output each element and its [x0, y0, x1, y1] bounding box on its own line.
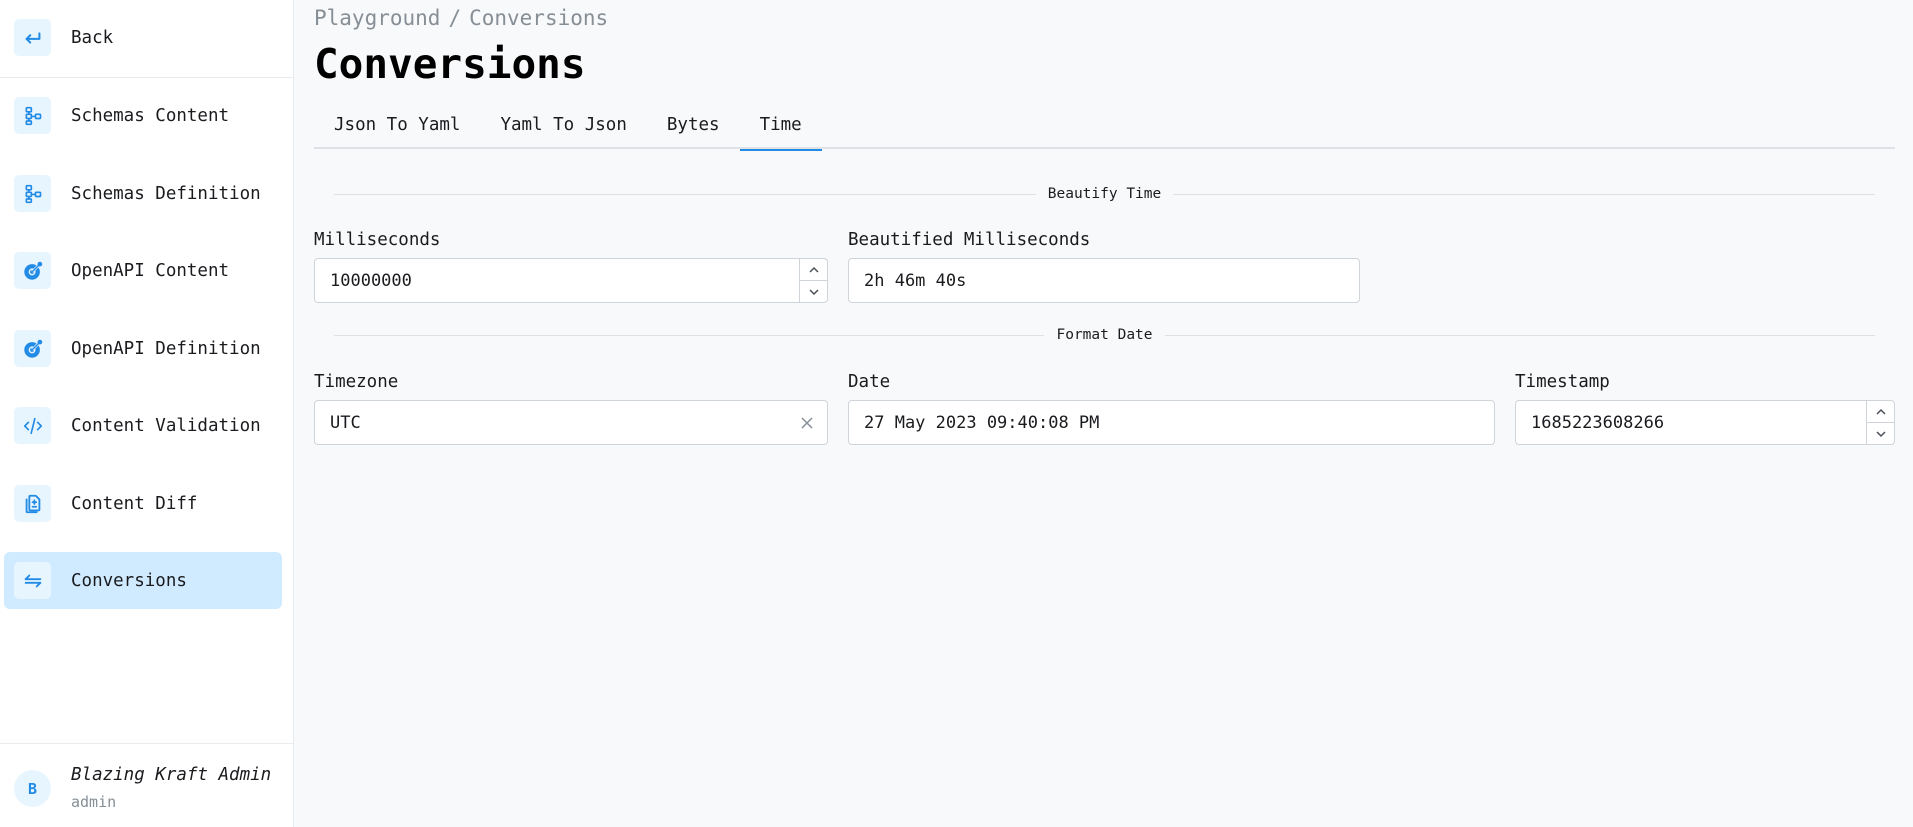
back-label: Back: [71, 27, 114, 48]
date-label: Date: [848, 372, 891, 392]
milliseconds-input[interactable]: [315, 259, 799, 302]
timestamp-label: Timestamp: [1515, 372, 1610, 392]
sidebar-divider: [0, 77, 293, 78]
sidebar-item-openapi-definition[interactable]: OpenAPI Definition: [4, 320, 282, 377]
sidebar-item-label: OpenAPI Definition: [71, 338, 261, 359]
milliseconds-stepper: [799, 259, 827, 302]
timestamp-input[interactable]: [1516, 401, 1866, 444]
tab-yaml-to-json[interactable]: Yaml To Json: [480, 106, 646, 149]
avatar: B: [14, 770, 51, 807]
close-icon: [801, 416, 813, 429]
milliseconds-field: [314, 258, 828, 303]
format-date-title: Format Date: [1056, 327, 1153, 343]
date-input[interactable]: [849, 401, 1494, 444]
tab-list: Json To Yaml Yaml To Json Bytes Time: [314, 106, 1895, 151]
format-date-divider: Format Date: [334, 325, 1875, 345]
sidebar-item-label: Conversions: [71, 570, 187, 591]
milliseconds-label: Milliseconds: [314, 230, 441, 250]
page-title: Conversions: [314, 40, 586, 88]
date-field: [848, 400, 1495, 445]
beautified-label: Beautified Milliseconds: [848, 230, 1091, 250]
sidebar-item-content-validation[interactable]: Content Validation: [4, 397, 282, 454]
sidebar-item-conversions[interactable]: Conversions: [4, 552, 282, 609]
schema-icon: [14, 175, 51, 212]
arrow-back-icon: [14, 19, 51, 56]
sidebar-item-label: Schemas Content: [71, 105, 230, 126]
sidebar-item-content-diff[interactable]: Content Diff: [4, 475, 282, 532]
timezone-select[interactable]: [314, 400, 828, 445]
divider-line: [334, 193, 1036, 195]
decrement-button[interactable]: [1867, 422, 1894, 444]
sidebar-footer-divider: [0, 743, 293, 744]
decrement-button[interactable]: [800, 280, 827, 302]
increment-button[interactable]: [800, 259, 827, 280]
user-name: Blazing Kraft Admin: [71, 765, 272, 785]
breadcrumb-playground[interactable]: Playground: [314, 6, 440, 30]
tab-bytes[interactable]: Bytes: [647, 106, 740, 149]
increment-button[interactable]: [1867, 401, 1894, 422]
sidebar-item-label: Content Diff: [71, 493, 198, 514]
chevron-down-icon: [808, 288, 819, 295]
chevron-up-icon: [808, 266, 819, 273]
main-content: Playground / Conversions Conversions Json …: [314, 0, 1895, 827]
user-role: admin: [71, 793, 117, 811]
beautify-time-divider: Beautify Time: [334, 184, 1875, 204]
timestamp-field: [1515, 400, 1895, 445]
code-icon: [14, 407, 51, 444]
sidebar-item-label: OpenAPI Content: [71, 260, 230, 281]
timezone-label: Timezone: [314, 372, 399, 392]
arrows-exchange-icon: [14, 562, 51, 599]
beautified-field: [848, 258, 1360, 303]
openapi-icon: [14, 252, 51, 289]
sidebar-item-schemas-content[interactable]: Schemas Content: [4, 87, 282, 144]
timezone-input[interactable]: [315, 401, 787, 444]
beautified-input[interactable]: [849, 259, 1359, 302]
timestamp-stepper: [1866, 401, 1894, 444]
sidebar-item-schemas-definition[interactable]: Schemas Definition: [4, 165, 282, 222]
openapi-icon: [14, 330, 51, 367]
tab-json-to-yaml[interactable]: Json To Yaml: [314, 106, 480, 149]
breadcrumb: Playground / Conversions: [314, 6, 608, 30]
chevron-up-icon: [1875, 408, 1886, 415]
chevron-down-icon: [1875, 430, 1886, 437]
beautify-time-title: Beautify Time: [1047, 186, 1162, 202]
sidebar: Back Schemas Content Schemas Definition …: [0, 0, 294, 827]
sidebar-item-openapi-content[interactable]: OpenAPI Content: [4, 242, 282, 299]
divider-line: [1173, 193, 1875, 195]
breadcrumb-conversions: Conversions: [469, 6, 609, 30]
user-profile[interactable]: B Blazing Kraft Admin admin: [0, 745, 293, 827]
clear-timezone-button[interactable]: [787, 401, 827, 444]
divider-line: [334, 334, 1045, 336]
back-button[interactable]: Back: [4, 9, 282, 66]
divider-line: [1164, 334, 1875, 336]
sidebar-item-label: Schemas Definition: [71, 183, 261, 204]
sidebar-item-label: Content Validation: [71, 415, 261, 436]
tab-time[interactable]: Time: [739, 106, 822, 151]
file-diff-icon: [14, 485, 51, 522]
schema-icon: [14, 97, 51, 134]
breadcrumb-separator: /: [448, 6, 462, 30]
